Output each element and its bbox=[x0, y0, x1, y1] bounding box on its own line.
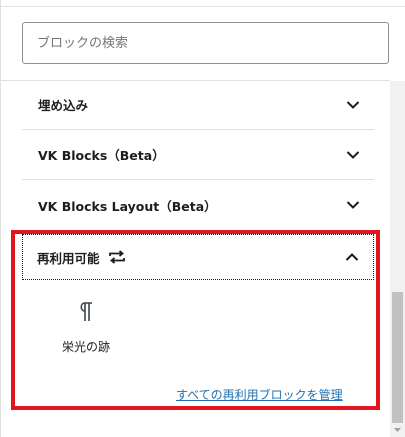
search-box bbox=[22, 22, 389, 64]
category-embeds[interactable]: 埋め込み bbox=[22, 80, 374, 130]
manage-reusable-blocks-link[interactable]: すべての再利用ブロックを管理 bbox=[176, 386, 343, 403]
reusable-arrows-icon bbox=[108, 250, 125, 264]
chevron-down-icon bbox=[346, 201, 360, 209]
category-label: VK Blocks（Beta） bbox=[38, 148, 165, 163]
search-input[interactable] bbox=[23, 23, 388, 63]
category-label: 再利用可能 bbox=[37, 250, 100, 266]
scroll-down-arrow-icon[interactable] bbox=[392, 425, 403, 435]
scrollbar-thumb[interactable] bbox=[392, 292, 403, 423]
category-vk-blocks-layout[interactable]: VK Blocks Layout（Beta） bbox=[22, 180, 374, 230]
block-inserter-panel: 埋め込み VK Blocks（Beta） VK Blocks Layout（Be… bbox=[0, 0, 405, 437]
reusable-block-item[interactable]: 栄光の跡 bbox=[48, 292, 124, 372]
panel-top-edge bbox=[0, 0, 405, 7]
panel-left-edge bbox=[0, 0, 1, 437]
category-reusable[interactable]: 再利用可能 bbox=[22, 234, 374, 280]
block-label: 栄光の跡 bbox=[61, 340, 110, 354]
pilcrow-icon bbox=[80, 302, 92, 321]
category-label: VK Blocks Layout（Beta） bbox=[38, 198, 217, 214]
chevron-down-icon bbox=[346, 100, 360, 109]
chevron-down-icon bbox=[346, 150, 360, 159]
category-label: 埋め込み bbox=[38, 98, 89, 113]
chevron-up-icon bbox=[345, 253, 359, 261]
category-vk-blocks[interactable]: VK Blocks（Beta） bbox=[22, 130, 374, 180]
